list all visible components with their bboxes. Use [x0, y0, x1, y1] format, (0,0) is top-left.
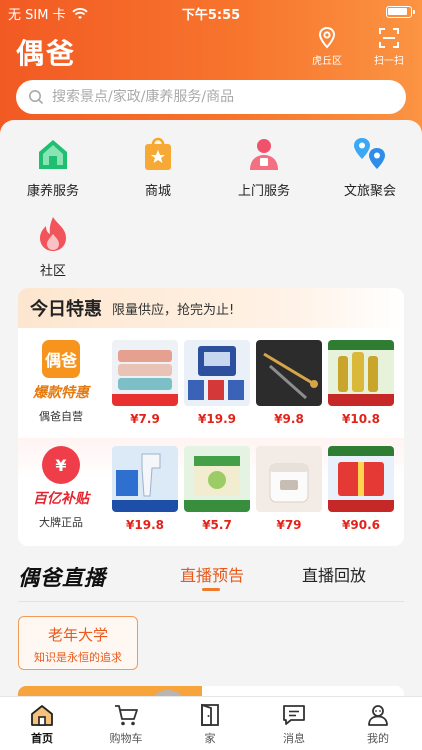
location-button[interactable]: 虎丘区	[304, 26, 350, 67]
product-card[interactable]: ¥9.8	[256, 340, 322, 426]
message-icon	[283, 705, 305, 725]
service-culture-travel[interactable]: 文旅聚会	[330, 134, 410, 199]
back-scratcher-product	[256, 340, 322, 406]
cart-icon	[115, 705, 138, 726]
search-icon	[29, 90, 44, 105]
tab-home-services[interactable]: 家	[180, 703, 240, 746]
location-label: 虎丘区	[312, 56, 342, 67]
service-person-icon	[250, 139, 278, 170]
thermometer-product	[112, 446, 178, 512]
product-card[interactable]: ¥10.8	[328, 340, 394, 426]
live-section: 偶爸直播 直播预告 直播回放	[0, 552, 422, 600]
brand-name: 大牌正品	[39, 516, 83, 529]
brand-slogan: 爆款特惠	[33, 385, 89, 401]
towel-product	[112, 340, 178, 406]
deal-row-self-operated: 偶爸 爆款特惠 偶爸自营 ¥7.9 ¥19.9 ¥9.8 ¥10.8	[18, 332, 404, 436]
tab-live-replay[interactable]: 直播回放	[302, 562, 366, 586]
product-price: ¥7.9	[130, 412, 160, 426]
brand-badge: ¥	[42, 446, 80, 484]
brand-slogan: 百亿补贴	[33, 491, 89, 507]
tab-messages[interactable]: 消息	[264, 703, 324, 746]
tab-live-preview[interactable]: 直播预告	[180, 562, 244, 586]
brand-subsidy[interactable]: ¥ 百亿补贴 大牌正品	[18, 438, 104, 542]
brand-self-operated[interactable]: 偶爸 爆款特惠 偶爸自营	[18, 332, 104, 436]
live-logo: 偶爸直播	[18, 566, 106, 590]
product-card[interactable]: ¥5.7	[184, 446, 250, 532]
tab-label: 消息	[283, 732, 305, 745]
scan-button[interactable]: 扫一扫	[366, 26, 412, 67]
scan-icon	[379, 28, 399, 48]
profile-icon	[368, 705, 388, 726]
product-card[interactable]: ¥79	[256, 446, 322, 532]
tab-label: 我的	[367, 732, 389, 745]
course-card[interactable]: 老年大学 知识是永恒的追求	[18, 616, 138, 670]
home-icon	[31, 705, 53, 726]
door-icon	[201, 703, 219, 726]
main-content: 康养服务 商城 上门服务 文旅聚会 社区 今日特惠 限量供应，抢完为止! 偶爸 …	[0, 120, 422, 706]
tab-label: 首页	[31, 732, 53, 745]
product-price: ¥19.8	[126, 518, 164, 532]
product-price: ¥19.9	[198, 412, 236, 426]
location-pin-icon	[318, 26, 336, 49]
product-card[interactable]: ¥19.9	[184, 340, 250, 426]
product-card[interactable]: ¥90.6	[328, 446, 394, 532]
product-price: ¥90.6	[342, 518, 380, 532]
scan-label: 扫一扫	[374, 56, 404, 67]
service-community[interactable]: 社区	[13, 214, 93, 279]
oil-bottles-product	[328, 340, 394, 406]
service-label: 文旅聚会	[343, 184, 396, 199]
tab-label: 购物车	[109, 732, 143, 745]
battery-icon	[386, 6, 415, 18]
shopping-bag-icon	[145, 137, 171, 170]
service-label: 康养服务	[26, 184, 79, 199]
divider	[18, 601, 404, 602]
product-price: ¥9.8	[274, 412, 304, 426]
clock: 下午5:55	[181, 8, 241, 23]
house-care-icon	[39, 140, 67, 169]
course-title: 老年大学	[47, 626, 108, 644]
service-label: 上门服务	[237, 184, 290, 199]
bottom-tab-bar: 首页 购物车 家 消息 我的	[0, 696, 422, 750]
product-price: ¥10.8	[342, 412, 380, 426]
tab-label: 家	[204, 732, 216, 745]
service-health-care[interactable]: 康养服务	[13, 134, 93, 199]
service-label: 商城	[144, 184, 171, 199]
service-label: 社区	[39, 264, 66, 279]
rice-bucket-product	[256, 446, 322, 512]
tab-profile[interactable]: 我的	[348, 703, 408, 746]
oatmeal-product	[184, 340, 250, 406]
deals-subtitle: 限量供应，抢完为止!	[112, 302, 235, 318]
course-subtitle: 知识是永恒的追求	[34, 651, 122, 664]
flame-icon	[40, 217, 66, 251]
search-bar[interactable]	[16, 80, 406, 114]
service-home-visit[interactable]: 上门服务	[224, 134, 304, 199]
tab-cart[interactable]: 购物车	[96, 703, 156, 746]
app-logo: 偶爸	[16, 37, 77, 70]
gift-box-product	[328, 446, 394, 512]
product-price: ¥79	[276, 518, 302, 532]
product-card[interactable]: ¥7.9	[112, 340, 178, 426]
deals-title: 今日特惠	[30, 299, 102, 320]
brand-name: 偶爸自营	[39, 410, 83, 423]
search-input[interactable]	[52, 89, 372, 105]
battery-level	[388, 8, 407, 15]
product-card[interactable]: ¥19.8	[112, 446, 178, 532]
brand-badge: 偶爸	[42, 340, 80, 378]
service-mall[interactable]: 商城	[118, 134, 198, 199]
product-price: ¥5.7	[202, 518, 232, 532]
tab-home[interactable]: 首页	[12, 703, 72, 746]
deals-header: 今日特惠 限量供应，抢完为止!	[18, 288, 404, 328]
status-bar: 无 SIM 卡 下午5:55	[0, 0, 422, 24]
map-pins-icon	[354, 138, 385, 169]
deal-row-subsidy: ¥ 百亿补贴 大牌正品 ¥19.8 ¥5.7 ¥79 ¥90.6	[18, 438, 404, 542]
daily-deals-card: 今日特惠 限量供应，抢完为止! 偶爸 爆款特惠 偶爸自营 ¥7.9 ¥19.9 …	[18, 288, 404, 546]
food-pack-product	[184, 446, 250, 512]
active-tab-indicator	[202, 588, 220, 591]
